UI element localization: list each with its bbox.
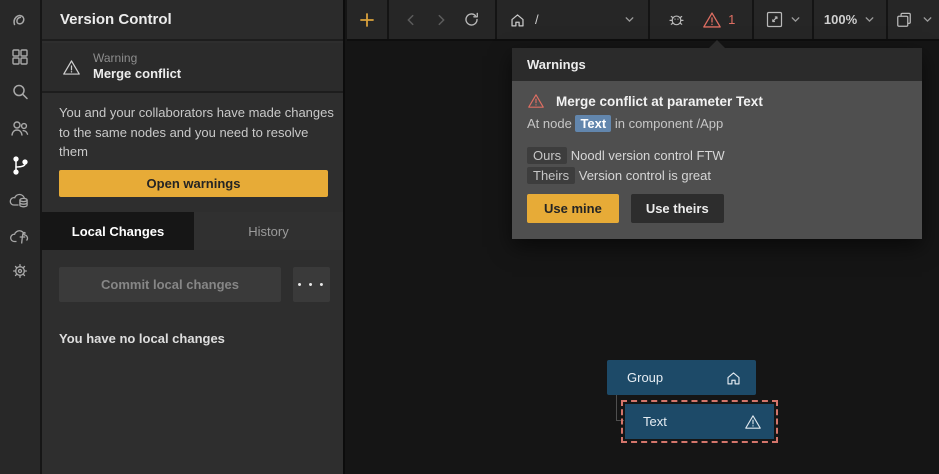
text-node-label: Text (643, 414, 744, 429)
empty-state-text: You have no local changes (59, 331, 225, 346)
warning-triangle-icon (527, 93, 545, 109)
version-control-icon[interactable] (0, 148, 40, 182)
location-suffix: in component /App (615, 116, 723, 131)
warnings-popup: Warnings Merge conflict at parameter Tex… (512, 48, 922, 239)
cloud-services-icon[interactable] (0, 183, 40, 217)
tab-history[interactable]: History (194, 212, 343, 250)
chevron-down-icon (623, 13, 636, 26)
ours-value: Noodl version control FTW (571, 148, 725, 163)
popup-warning-location: At node Text in component /App (527, 116, 907, 131)
add-node-button[interactable] (347, 0, 387, 39)
popup-pointer (708, 40, 726, 49)
home-icon (725, 370, 742, 386)
warning-triangle-icon (62, 59, 81, 76)
noodl-logo-icon[interactable] (0, 4, 40, 38)
popup-title: Warnings (512, 48, 922, 81)
panel-title: Version Control (42, 0, 343, 41)
commit-local-changes-button[interactable]: Commit local changes (59, 267, 281, 302)
warning-message: Merge conflict (93, 66, 181, 82)
component-path-select[interactable]: / (497, 0, 648, 39)
chevron-down-icon[interactable] (789, 13, 802, 26)
use-theirs-button[interactable]: Use theirs (631, 194, 724, 223)
component-path-value: / (535, 12, 539, 27)
theirs-row: Theirs Version control is great (527, 168, 907, 183)
warnings-button[interactable]: 1 (702, 0, 735, 39)
warning-count-badge: 1 (728, 12, 735, 27)
popup-body: Merge conflict at parameter Text At node… (512, 81, 922, 239)
cloud-functions-icon[interactable] (0, 219, 40, 253)
warning-kind-label: Warning (93, 51, 181, 66)
ours-row: Ours Noodl version control FTW (527, 148, 907, 163)
components-icon[interactable] (0, 40, 40, 74)
viewport-size-button[interactable] (894, 0, 914, 39)
home-icon (509, 12, 526, 28)
ours-chip: Ours (527, 147, 567, 164)
collaborators-icon[interactable] (0, 111, 40, 145)
warning-triangle-icon (744, 414, 762, 430)
node-name-chip[interactable]: Text (575, 115, 611, 132)
icon-rail (0, 0, 42, 474)
chevron-down-icon[interactable] (863, 13, 876, 26)
group-node-label: Group (627, 370, 725, 385)
preview-toolbar: / 1 100% (347, 0, 939, 41)
theirs-chip: Theirs (527, 167, 575, 184)
use-mine-button[interactable]: Use mine (527, 194, 619, 223)
debug-button[interactable] (667, 0, 686, 39)
group-node[interactable]: Group (607, 360, 756, 395)
expand-preview-button[interactable] (764, 0, 785, 39)
theirs-value: Version control is great (579, 168, 711, 183)
popup-warning-title: Merge conflict at parameter Text (556, 94, 763, 109)
more-options-button[interactable]: • • • (293, 267, 330, 302)
commit-row: Commit local changes • • • (59, 267, 371, 302)
chevron-down-icon[interactable] (921, 13, 934, 26)
location-prefix: At node (527, 116, 572, 131)
panel-tabs: Local Changes History (42, 212, 343, 250)
search-icon[interactable] (0, 75, 40, 109)
nav-forward-button[interactable] (434, 0, 448, 39)
nav-back-button[interactable] (404, 0, 418, 39)
settings-icon[interactable] (0, 254, 40, 288)
text-node[interactable]: Text (625, 404, 774, 439)
zoom-level-select[interactable]: 100% (824, 12, 857, 27)
text-node-conflict-outline[interactable]: Text (621, 400, 778, 443)
merge-conflict-summary: Warning Merge conflict (42, 43, 343, 93)
tab-local-changes[interactable]: Local Changes (42, 212, 194, 250)
conflict-description: You and your collaborators have made cha… (59, 103, 334, 162)
refresh-button[interactable] (463, 0, 480, 39)
open-warnings-button[interactable]: Open warnings (59, 170, 328, 197)
version-control-panel: Version Control Warning Merge conflict Y… (42, 0, 345, 474)
